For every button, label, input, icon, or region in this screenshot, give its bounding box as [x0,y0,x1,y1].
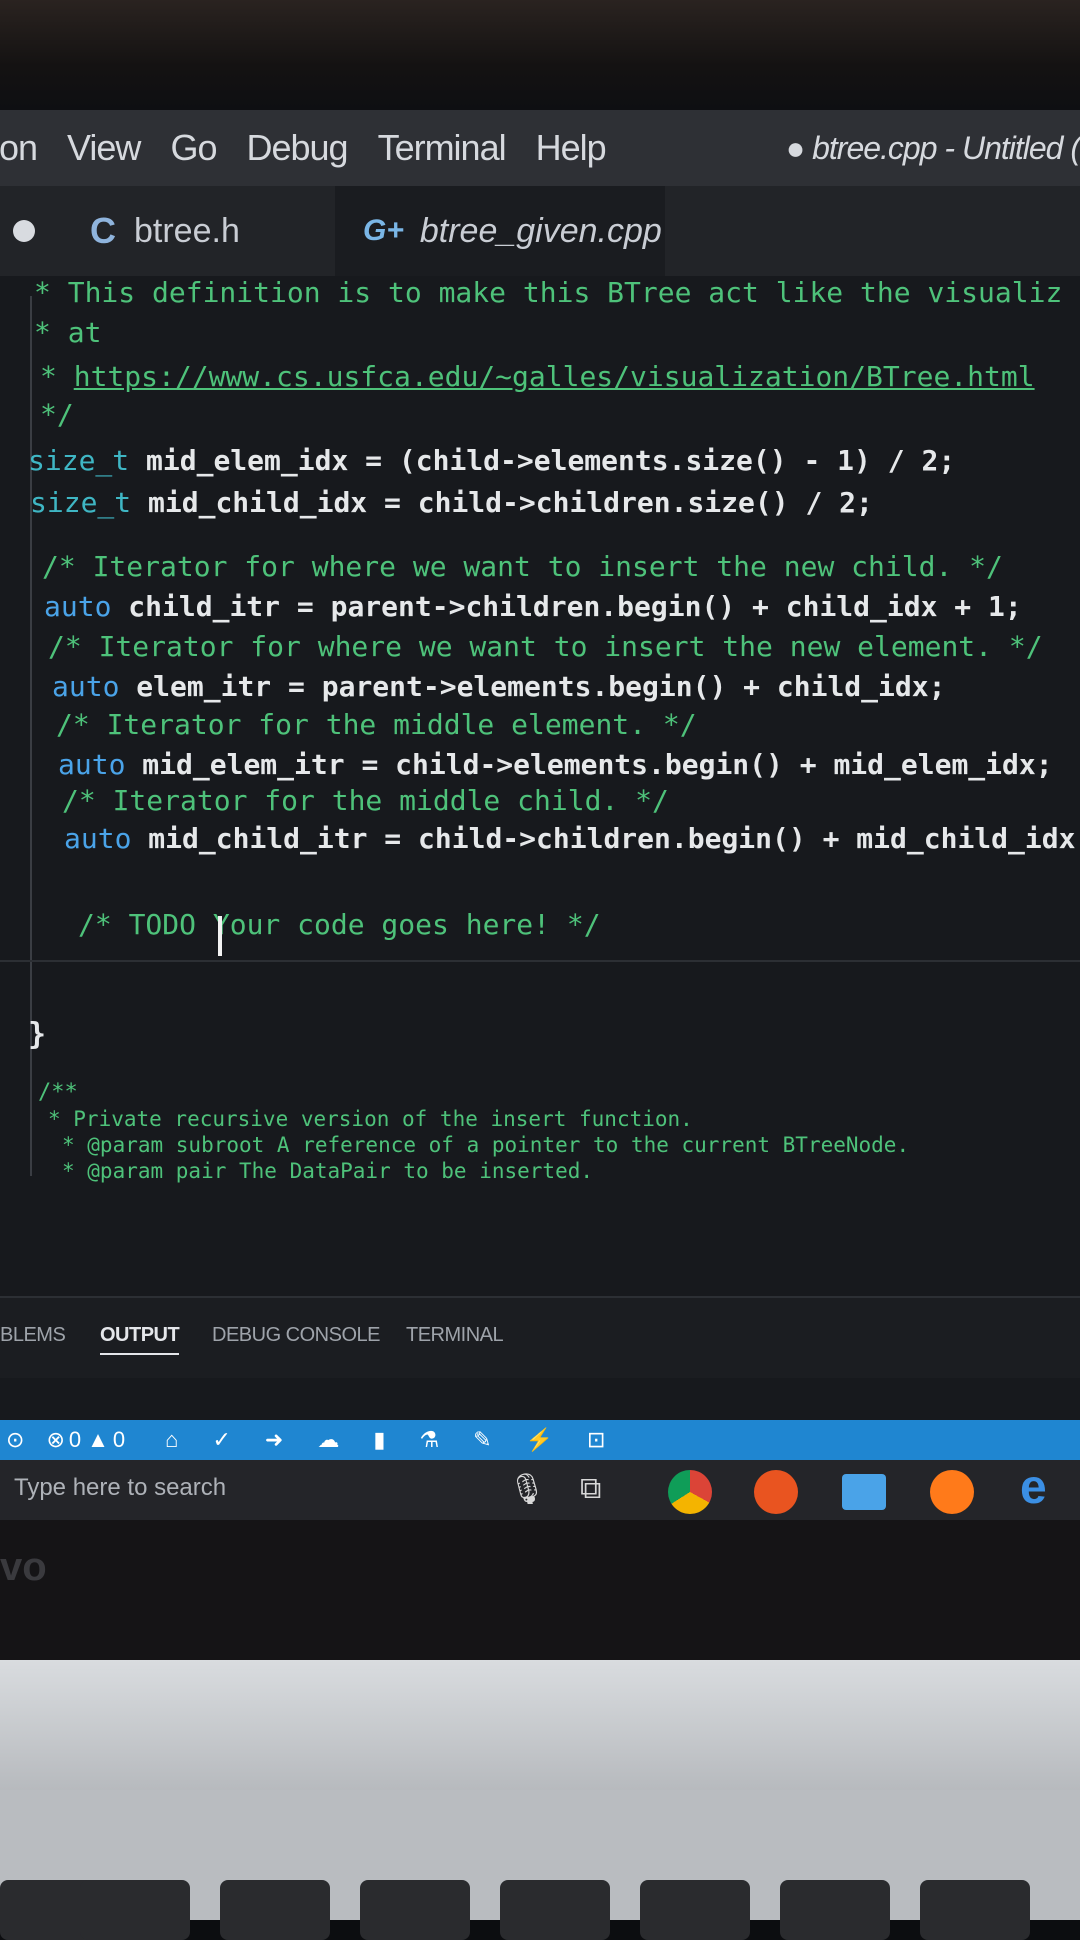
keyboard-key [80,1880,190,1940]
code-line: auto mid_child_itr = child->children.beg… [64,822,1080,856]
cpp-file-icon: G+ [363,214,404,247]
editor-tab-bar: C btree.h G+ btree_given.cpp [0,186,1080,276]
keyboard-key [360,1880,470,1940]
remote-icon[interactable]: ⊙ [6,1427,24,1453]
plug-icon[interactable]: ⚡ [526,1427,553,1453]
chrome-icon[interactable] [668,1470,712,1514]
keyword-token: auto [64,822,132,855]
menu-terminal[interactable]: Terminal [378,127,507,169]
code-line: /* Iterator for where we want to insert … [48,630,1043,663]
tab-problems[interactable]: BLEMS [0,1324,66,1347]
laptop-hinge [0,1660,1080,1790]
laptop-bottom-bezel [0,1520,1080,1660]
code-line: * https://www.cs.usfca.edu/~galles/visua… [40,360,1035,394]
firefox-icon[interactable] [930,1470,974,1514]
home-icon[interactable]: ⌂ [165,1427,178,1453]
edit-icon[interactable]: ✎ [473,1427,491,1453]
code-line: * at [34,316,102,349]
keyword-token: auto [44,590,112,623]
tab-label: btree_given.cpp [419,211,662,250]
menu-selection[interactable]: ion [0,127,38,169]
trash-icon[interactable]: ▮ [373,1427,385,1453]
code-text: mid_child_itr = child->children.begin() … [131,822,1080,855]
menu-debug[interactable]: Debug [246,127,348,169]
taskbar-search-input[interactable]: Type here to search [14,1474,226,1502]
tab-output[interactable]: OUTPUT [100,1324,180,1355]
error-count[interactable]: 0 [69,1427,81,1453]
check-icon[interactable]: ✓ [212,1427,230,1453]
error-icon[interactable]: ⊗ [46,1427,64,1453]
laptop-brand-logo: vo [0,1545,47,1589]
keyword-token: auto [52,670,120,703]
keyboard-key [920,1880,1030,1940]
windows-taskbar: Type here to search 🎙 ⧉ e [0,1460,1080,1520]
keyboard-key [220,1880,330,1940]
tab-label: btree.h [134,211,240,250]
code-line: /* TODO Your code goes here! */ [78,908,601,941]
tab-terminal[interactable]: TERMINAL [406,1324,504,1347]
warning-icon[interactable]: ▲ [87,1427,109,1453]
code-line: */ [40,398,74,431]
status-bar: ⊙ ⊗ 0 ▲ 0 ⌂ ✓ ➜ ☁ ▮ ⚗ ✎ ⚡ ⊡ [0,1420,1080,1460]
arrow-right-icon[interactable]: ➜ [265,1427,283,1453]
tab-btree-h[interactable]: C btree.h [60,186,325,276]
keyboard-key [640,1880,750,1940]
code-line: auto child_itr = parent->children.begin(… [44,590,1022,624]
code-editor[interactable]: * This definition is to make this BTree … [0,276,1080,1296]
menu-view[interactable]: View [67,127,141,169]
tab-unsaved[interactable] [0,186,48,276]
menu-go[interactable]: Go [170,127,217,169]
ubuntu-icon[interactable] [754,1470,798,1514]
type-token: size_t [28,444,130,477]
code-line: } [28,1017,47,1052]
laptop-top-bezel [0,0,1080,110]
window-title: ● btree.cpp - Untitled ( [785,130,1080,166]
code-line: * @param pair The DataPair to be inserte… [62,1159,594,1183]
panel-tab-bar: BLEMS OUTPUT DEBUG CONSOLE TERMINAL [0,1296,1080,1378]
text-cursor-ibeam [218,916,222,956]
screen: ion View Go Debug Terminal Help ● btree.… [0,110,1080,1520]
type-token: size_t [30,486,132,519]
edge-icon[interactable]: e [1020,1460,1047,1515]
tab-debug-console[interactable]: DEBUG CONSOLE [212,1324,380,1347]
c-file-icon: C [90,210,116,251]
code-text: mid_elem_itr = child->elements.begin() +… [125,748,1053,781]
warning-count[interactable]: 0 [113,1427,125,1453]
code-line: * This definition is to make this BTree … [34,276,1063,309]
menu-help[interactable]: Help [536,127,607,169]
task-view-icon[interactable]: ⧉ [580,1472,601,1506]
comment-star: * [40,360,74,393]
code-line: auto elem_itr = parent->elements.begin()… [52,670,945,704]
url-link[interactable]: https://www.cs.usfca.edu/~galles/visuali… [74,360,1035,393]
code-text: elem_itr = parent->elements.begin() + ch… [119,670,946,703]
menu-bar: ion View Go Debug Terminal Help ● btree.… [0,110,1080,186]
file-explorer-icon[interactable] [842,1474,886,1510]
tab-btree-given-cpp[interactable]: G+ btree_given.cpp [335,186,665,276]
code-text: mid_elem_idx = (child->elements.size() -… [129,444,956,477]
code-line: size_t mid_elem_idx = (child->elements.s… [28,444,955,478]
keyboard-key [780,1880,890,1940]
flask-icon[interactable]: ⚗ [419,1427,439,1453]
code-line: /* Iterator for where we want to insert … [42,550,1003,583]
keyboard-key [500,1880,610,1940]
code-line: size_t mid_child_idx = child->children.s… [30,486,873,520]
keyword-token: auto [58,748,126,781]
code-line: auto mid_elem_itr = child->elements.begi… [58,748,1053,782]
code-line: /* Iterator for the middle element. */ [56,708,697,741]
current-line-highlight [0,960,1080,962]
unsaved-dot-icon [13,220,35,242]
code-text: mid_child_idx = child->children.size() /… [131,486,873,519]
cloud-upload-icon[interactable]: ☁ [317,1427,339,1453]
terminal-icon[interactable]: ⊡ [587,1427,605,1453]
code-line: /* Iterator for the middle child. */ [62,784,669,817]
code-text: child_itr = parent->children.begin() + c… [111,590,1022,623]
microphone-icon[interactable]: 🎙 [508,1472,546,1507]
